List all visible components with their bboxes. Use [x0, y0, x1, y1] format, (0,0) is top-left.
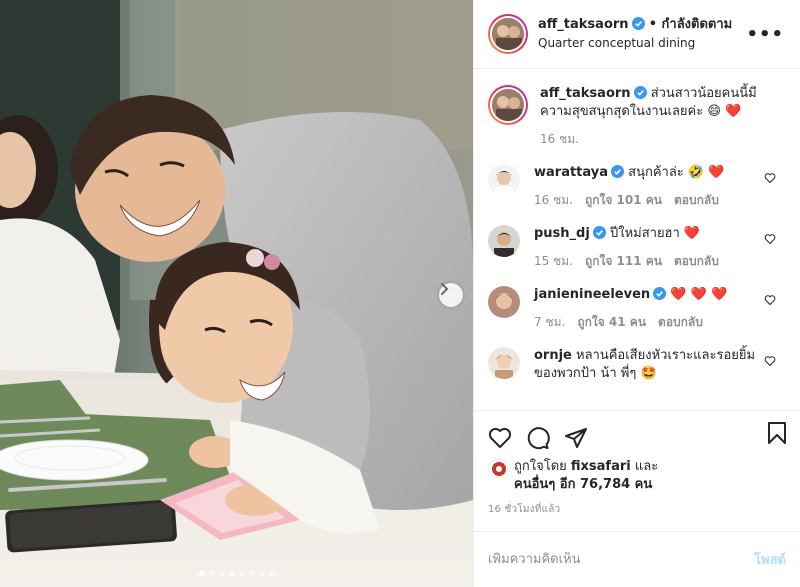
author-username[interactable]: aff_taksaorn	[538, 17, 629, 32]
like-comment-heart-icon[interactable]	[764, 233, 776, 245]
like-comment-heart-icon[interactable]	[764, 172, 776, 184]
likes-prefix: ถูกใจโดย	[514, 459, 567, 474]
photo-illustration	[0, 0, 473, 587]
save-button[interactable]	[766, 421, 788, 445]
carousel-dot	[238, 570, 245, 576]
likes-summary: ถูกใจโดย fixsafari และ คนอื่นๆ อีก 76,78…	[474, 456, 800, 494]
avatar-image	[488, 164, 520, 196]
post-caption: aff_taksaorn ส่วนสาวน้อยคนนี้มีความสุขสน…	[488, 85, 786, 148]
verified-badge-icon	[631, 17, 645, 30]
reply-button[interactable]: ตอบกลับ	[674, 252, 719, 270]
comment-item: warattaya สนุกค้าล่ะ 🤣 ❤️ 16 ชม. ถูกใจ 1…	[488, 164, 786, 209]
reply-button[interactable]: ตอบกลับ	[658, 313, 703, 331]
post-header: aff_taksaorn • กำลังติดตาม Quarter conce…	[474, 0, 800, 69]
comment-time[interactable]: 16 ชม.	[534, 191, 573, 209]
like-comment-heart-icon[interactable]	[764, 355, 776, 367]
verified-badge-icon	[611, 165, 625, 178]
comment-button[interactable]	[526, 426, 550, 450]
add-comment-bar: โพสต์	[474, 531, 800, 587]
comment-text: ❤️ ❤️ ❤️	[670, 287, 728, 302]
avatar-image	[488, 286, 520, 318]
carousel-dot	[268, 570, 275, 576]
comment-username[interactable]: push_dj	[534, 226, 590, 241]
commenter-avatar[interactable]	[488, 225, 520, 257]
heart-icon	[488, 427, 512, 448]
comment-bubble-icon	[527, 426, 550, 449]
chevron-right-icon	[441, 283, 449, 295]
commenter-avatar[interactable]	[488, 347, 520, 379]
comment-username[interactable]: ornje	[534, 348, 572, 363]
comment-item: ornje หลานคือเสียงหัวเราะและรอยยิ้มของพว…	[488, 347, 786, 383]
carousel-indicator	[0, 570, 473, 576]
carousel-dot	[208, 570, 215, 576]
comment-username[interactable]: janienineeleven	[534, 287, 650, 302]
carousel-dot	[248, 570, 255, 576]
caption-avatar[interactable]	[488, 85, 528, 125]
comment-item: push_dj ปีใหม่สายฮา ❤️ 15 ชม. ถูกใจ 111 …	[488, 225, 786, 270]
caption-username[interactable]: aff_taksaorn	[540, 86, 631, 101]
liker-avatar[interactable]	[488, 458, 508, 478]
carousel-dot	[218, 570, 225, 576]
avatar-image	[488, 225, 520, 257]
commenter-avatar[interactable]	[488, 164, 520, 196]
paper-plane-icon	[565, 427, 587, 448]
post-action-bar	[474, 410, 800, 456]
like-comment-heart-icon[interactable]	[764, 294, 776, 306]
comment-likes-count[interactable]: ถูกใจ 111 คน	[585, 252, 662, 270]
bookmark-icon	[768, 422, 786, 444]
next-photo-button[interactable]	[439, 283, 463, 307]
reply-button[interactable]: ตอบกลับ	[674, 191, 719, 209]
commenter-avatar[interactable]	[488, 286, 520, 318]
avatar-image	[492, 18, 524, 50]
comment-likes-count[interactable]: ถูกใจ 41 คน	[577, 313, 646, 331]
avatar-image	[492, 89, 524, 121]
comment-text: สนุกค้าล่ะ 🤣 ❤️	[628, 165, 725, 180]
likes-and: และ	[634, 459, 659, 474]
instagram-post-modal: aff_taksaorn • กำลังติดตาม Quarter conce…	[0, 0, 800, 587]
share-button[interactable]	[564, 426, 588, 450]
verified-badge-icon	[633, 86, 647, 99]
like-button[interactable]	[488, 426, 512, 450]
comment-item: janienineeleven ❤️ ❤️ ❤️ 7 ชม. ถูกใจ 41 …	[488, 286, 786, 331]
post-details-panel: aff_taksaorn • กำลังติดตาม Quarter conce…	[473, 0, 800, 587]
comment-time[interactable]: 15 ชม.	[534, 252, 573, 270]
comment-username[interactable]: warattaya	[534, 165, 608, 180]
post-timestamp[interactable]: 16 ชั่วโมงที่แล้ว	[474, 494, 800, 517]
comment-text: ปีใหม่สายฮา ❤️	[609, 226, 701, 241]
comment-likes-count[interactable]: ถูกใจ 101 คน	[585, 191, 662, 209]
liked-by-username[interactable]: fixsafari	[571, 459, 631, 474]
comments-list[interactable]: aff_taksaorn ส่วนสาวน้อยคนนี้มีความสุขสน…	[474, 69, 800, 410]
post-location[interactable]: Quarter conceptual dining	[538, 34, 732, 52]
caption-time[interactable]: 16 ชม.	[540, 130, 579, 148]
comment-input[interactable]	[488, 552, 708, 567]
comment-time[interactable]: 7 ชม.	[534, 313, 565, 331]
author-avatar[interactable]	[488, 14, 528, 54]
following-status[interactable]: • กำลังติดตาม	[649, 17, 733, 32]
likes-others-count[interactable]: คนอื่นๆ อีก 76,784 คน	[514, 477, 652, 492]
more-options-button[interactable]: •••	[746, 24, 784, 45]
carousel-dot	[228, 570, 235, 576]
verified-badge-icon	[592, 226, 606, 239]
post-comment-button[interactable]: โพสต์	[754, 549, 786, 570]
post-photo[interactable]	[0, 0, 473, 587]
carousel-dot	[258, 570, 265, 576]
avatar-image	[489, 459, 507, 477]
verified-badge-icon	[653, 287, 667, 300]
avatar-image	[488, 347, 520, 379]
carousel-dot	[198, 570, 205, 576]
